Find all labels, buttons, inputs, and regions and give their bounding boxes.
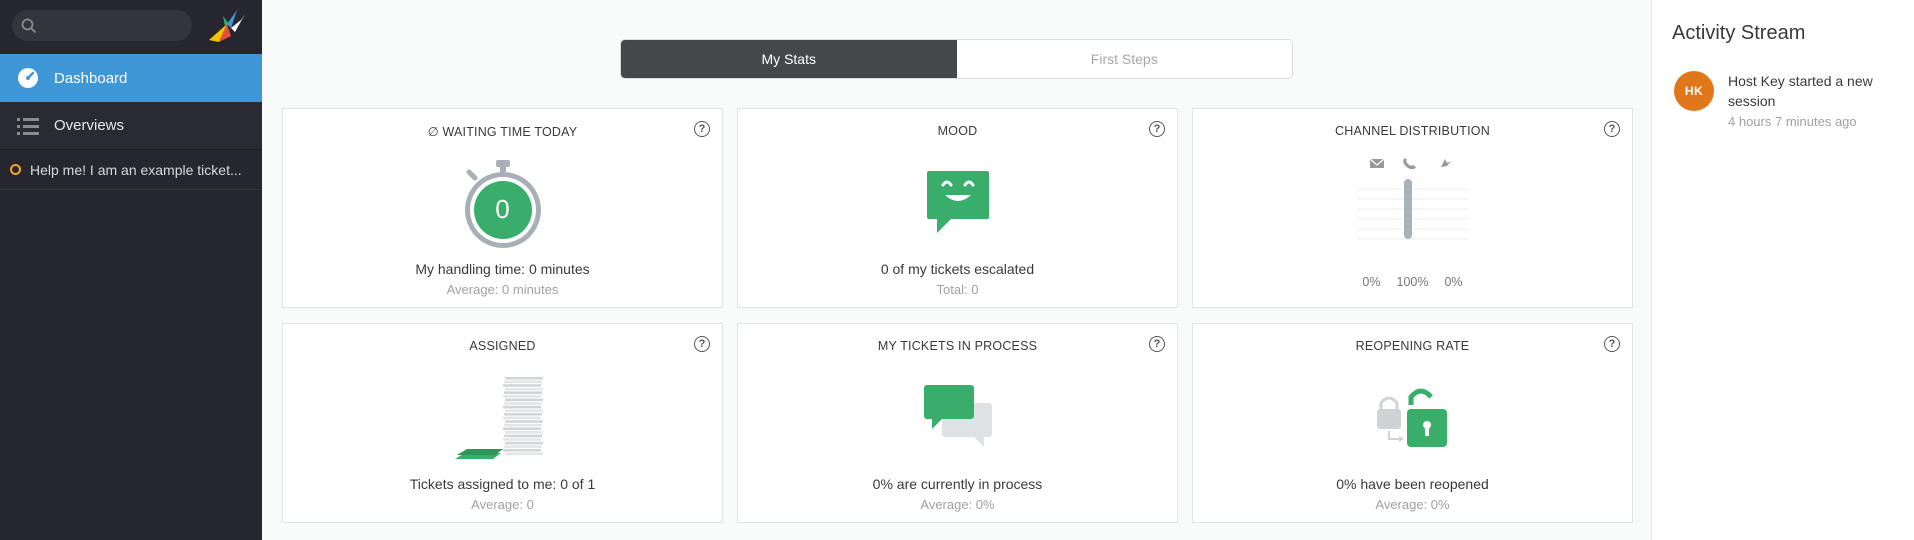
activity-stream-title: Activity Stream [1672,22,1806,44]
reopening-graphic [1193,368,1632,468]
email-icon [1369,158,1385,168]
reopening-rate-card: REOPENING RATE ? 0% have been reopened A… [1192,323,1633,523]
ticket-status-icon [10,164,21,175]
search-icon [21,18,37,34]
help-icon[interactable]: ? [1149,121,1165,137]
assigned-card: ASSIGNED ? Tickets assigned to me: 0 of … [282,323,723,523]
dashboard-icon [16,66,40,90]
activity-item-text[interactable]: Host Key started a new session [1728,71,1898,111]
help-icon[interactable]: ? [1604,121,1620,137]
stats-tabs: My Stats First Steps [620,39,1293,79]
assigned-average: Average: 0 [471,497,534,512]
search-input[interactable] [12,10,192,41]
ticket-title: Help me! I am an example ticket... [30,161,242,178]
sidebar: Dashboard Overviews Help me! I am an exa… [0,0,262,540]
escalated-total: Total: 0 [936,282,979,297]
list-icon [16,114,40,138]
sidebar-header [0,0,262,54]
assigned-graphic [283,368,722,468]
reopened-average: Average: 0% [1375,497,1450,512]
card-title: ∅ WAITING TIME TODAY [427,125,578,139]
in-process-graphic [738,368,1177,468]
handling-time-text: My handling time: 0 minutes [415,261,590,277]
waiting-time-card: ∅ WAITING TIME TODAY ? 0 My handling tim… [282,108,723,308]
help-icon[interactable]: ? [1149,336,1165,352]
handling-time-average: Average: 0 minutes [446,282,559,297]
in-process-average: Average: 0% [920,497,995,512]
reopened-text: 0% have been reopened [1336,476,1489,492]
activity-item-time: 4 hours 7 minutes ago [1728,114,1857,129]
help-icon[interactable]: ? [694,336,710,352]
channel-bar [1404,179,1412,239]
sidebar-item-overviews[interactable]: Overviews [0,102,262,150]
chat-bubbles-icon [923,385,992,447]
card-title: MOOD [937,124,978,138]
avatar[interactable]: HK [1674,71,1714,111]
channel-distribution-card: CHANNEL DISTRIBUTION ? 0% 100% 0% [1192,108,1633,308]
tickets-in-process-card: MY TICKETS IN PROCESS ? 0% are currently… [737,323,1178,523]
dashboard-main: My Stats First Steps ∅ WAITING TIME TODA… [262,0,1651,540]
logo-bird-icon[interactable] [205,6,247,46]
channel-phone-share: 100% [1396,275,1429,289]
assigned-text: Tickets assigned to me: 0 of 1 [409,476,596,492]
sidebar-ticket-item[interactable]: Help me! I am an example ticket... [0,150,262,190]
mood-card: MOOD ? 0 of my tickets escalated Total: … [737,108,1178,308]
ticket-stack-icon [454,377,543,459]
tab-first-steps[interactable]: First Steps [957,40,1293,78]
tab-my-stats[interactable]: My Stats [621,40,957,78]
channel-distribution-chart [1358,158,1468,240]
channel-labels: 0% 100% 0% [1193,275,1632,289]
twitter-bird-icon [1441,159,1451,167]
sidebar-item-label: Overviews [54,117,125,134]
happy-face-icon [926,171,989,233]
card-title: CHANNEL DISTRIBUTION [1335,124,1490,138]
card-title: MY TICKETS IN PROCESS [877,339,1038,353]
stopwatch-icon: 0 [463,158,543,248]
phone-icon [1403,158,1416,170]
waiting-time-value: 0 [495,194,510,224]
card-title: ASSIGNED [469,339,536,353]
sidebar-item-label: Dashboard [54,69,128,87]
activity-stream: Activity Stream HK Host Key started a ne… [1651,0,1914,540]
channel-email-share: 0% [1362,275,1381,289]
card-title: REOPENING RATE [1355,339,1470,353]
sidebar-item-dashboard[interactable]: Dashboard [0,54,262,102]
stopwatch-graphic: 0 [283,153,722,253]
unlock-icon [1376,388,1447,447]
in-process-text: 0% are currently in process [872,476,1043,492]
help-icon[interactable]: ? [694,121,710,137]
escalated-text: 0 of my tickets escalated [880,261,1035,277]
channel-twitter-share: 0% [1444,275,1463,289]
mood-graphic [738,153,1177,253]
help-icon[interactable]: ? [1604,336,1620,352]
